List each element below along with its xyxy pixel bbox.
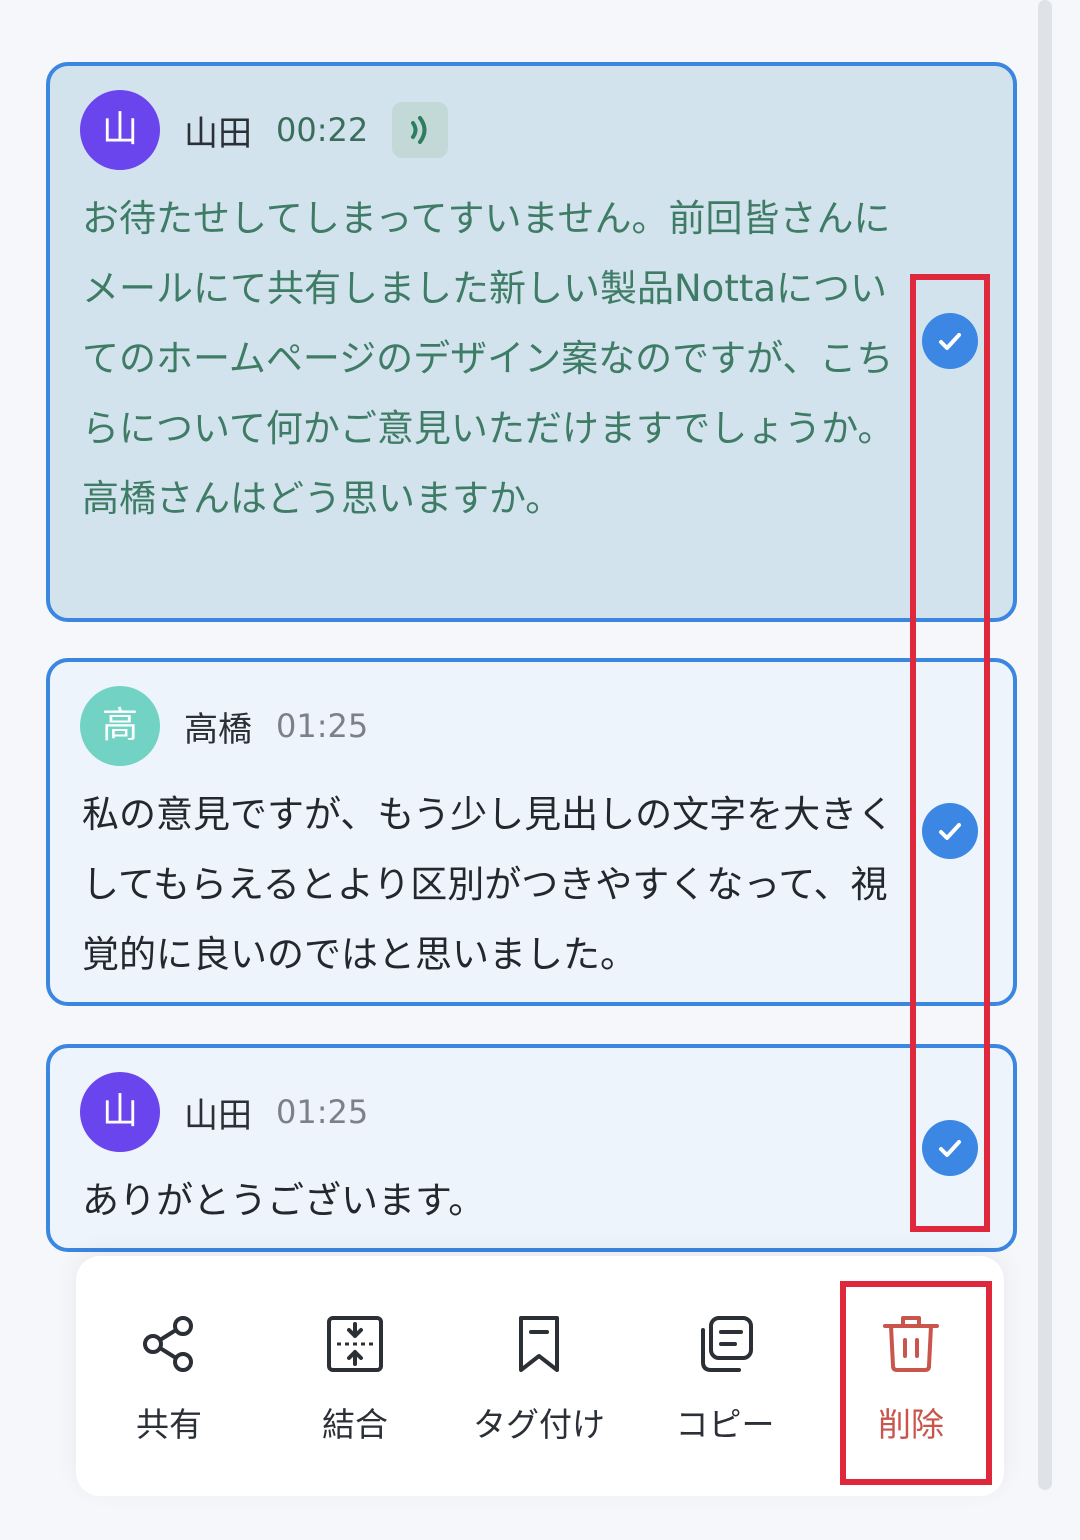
copy-icon: [693, 1312, 757, 1376]
segment-header: 高 高橋 01:25: [80, 686, 368, 766]
transcript-segment[interactable]: 高 高橋 01:25 私の意見ですが、もう少し見出しの文字を大きくしてもらえると…: [46, 658, 1017, 1006]
timestamp[interactable]: 00:22: [276, 111, 368, 149]
transcript-selection-screen: 山 山田 00:22 お待たせしてしまってすいません。前回皆さんにメールにて共有…: [0, 0, 1080, 1540]
speaker-name: 山田: [184, 1095, 252, 1136]
avatar: 山: [80, 90, 160, 170]
merge-icon: [323, 1312, 387, 1376]
speaker-name: 高橋: [184, 709, 252, 750]
avatar: 高: [80, 686, 160, 766]
merge-label: 結合: [322, 1405, 388, 1444]
segment-header: 山 山田 01:25: [80, 1072, 368, 1152]
check-column-highlight: [910, 274, 990, 1232]
delete-button-highlight: [840, 1281, 992, 1485]
tag-button[interactable]: タグ付け: [454, 1256, 624, 1496]
avatar: 山: [80, 1072, 160, 1152]
copy-label: コピー: [675, 1405, 775, 1444]
scrollbar[interactable]: [1038, 0, 1052, 1490]
audio-wave-icon: [392, 102, 449, 158]
transcript-segment[interactable]: 山 山田 01:25 ありがとうございます。: [46, 1044, 1017, 1252]
transcript-segment[interactable]: 山 山田 00:22 お待たせしてしまってすいません。前回皆さんにメールにて共有…: [46, 62, 1017, 622]
copy-button[interactable]: コピー: [640, 1256, 810, 1496]
share-button[interactable]: 共有: [84, 1256, 254, 1496]
speaker-name: 山田: [184, 113, 252, 154]
tag-label: タグ付け: [473, 1405, 605, 1444]
timestamp[interactable]: 01:25: [276, 1093, 368, 1131]
bookmark-icon: [507, 1312, 571, 1376]
share-icon: [137, 1312, 201, 1376]
segment-header: 山 山田 00:22: [80, 90, 449, 170]
share-label: 共有: [136, 1405, 202, 1444]
segment-text: 私の意見ですが、もう少し見出しの文字を大きくしてもらえるとより区別がつきやすくな…: [82, 793, 895, 976]
segment-text: お待たせしてしまってすいません。前回皆さんにメールにて共有しました新しい製品No…: [82, 197, 895, 520]
timestamp[interactable]: 01:25: [276, 707, 368, 745]
merge-button[interactable]: 結合: [270, 1256, 440, 1496]
segment-text: ありがとうございます。: [82, 1179, 486, 1222]
